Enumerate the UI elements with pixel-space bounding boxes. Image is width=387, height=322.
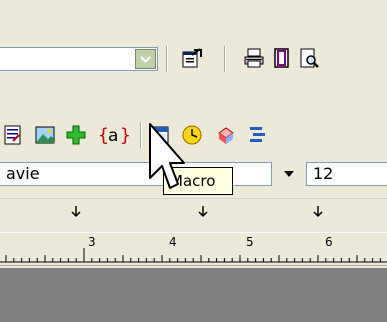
add-icon[interactable]	[65, 124, 87, 146]
svg-text:}: }	[120, 125, 131, 146]
print-icon[interactable]	[243, 47, 265, 69]
tab-stop-bar[interactable]	[0, 198, 387, 228]
ruler-number: 3	[88, 235, 96, 249]
ruler-number: 5	[246, 235, 254, 249]
svg-text:a: a	[108, 126, 118, 146]
image-icon[interactable]	[34, 124, 56, 146]
mouse-cursor-icon	[149, 123, 185, 189]
print-preview-icon[interactable]	[298, 47, 320, 69]
style-combo[interactable]	[0, 47, 158, 71]
dropdown-arrow-icon[interactable]	[135, 49, 156, 69]
ruler-number: 6	[325, 235, 333, 249]
standard-toolbar	[0, 0, 387, 88]
document-icon[interactable]	[2, 124, 24, 146]
properties-icon[interactable]	[181, 47, 203, 69]
ruler-tick-group	[5, 248, 381, 262]
tab-stop-icon[interactable]	[195, 204, 211, 220]
macro-icon[interactable]: { a }	[96, 124, 136, 146]
document-workspace[interactable]	[0, 268, 387, 322]
page-icon[interactable]	[271, 47, 293, 69]
toolbar-separator	[224, 46, 226, 72]
ruler-number: 4	[169, 235, 177, 249]
font-size-field[interactable]: 12	[306, 162, 387, 186]
tab-stop-icon[interactable]	[68, 204, 84, 220]
object-icon[interactable]	[215, 124, 237, 146]
layout-icon[interactable]	[247, 124, 269, 146]
horizontal-ruler[interactable]: 3 4 5 6	[0, 232, 387, 266]
toolbar-separator	[140, 122, 142, 148]
tab-stop-icon[interactable]	[310, 204, 326, 220]
chevron-down-icon[interactable]	[272, 162, 306, 186]
toolbar-separator	[166, 46, 168, 72]
